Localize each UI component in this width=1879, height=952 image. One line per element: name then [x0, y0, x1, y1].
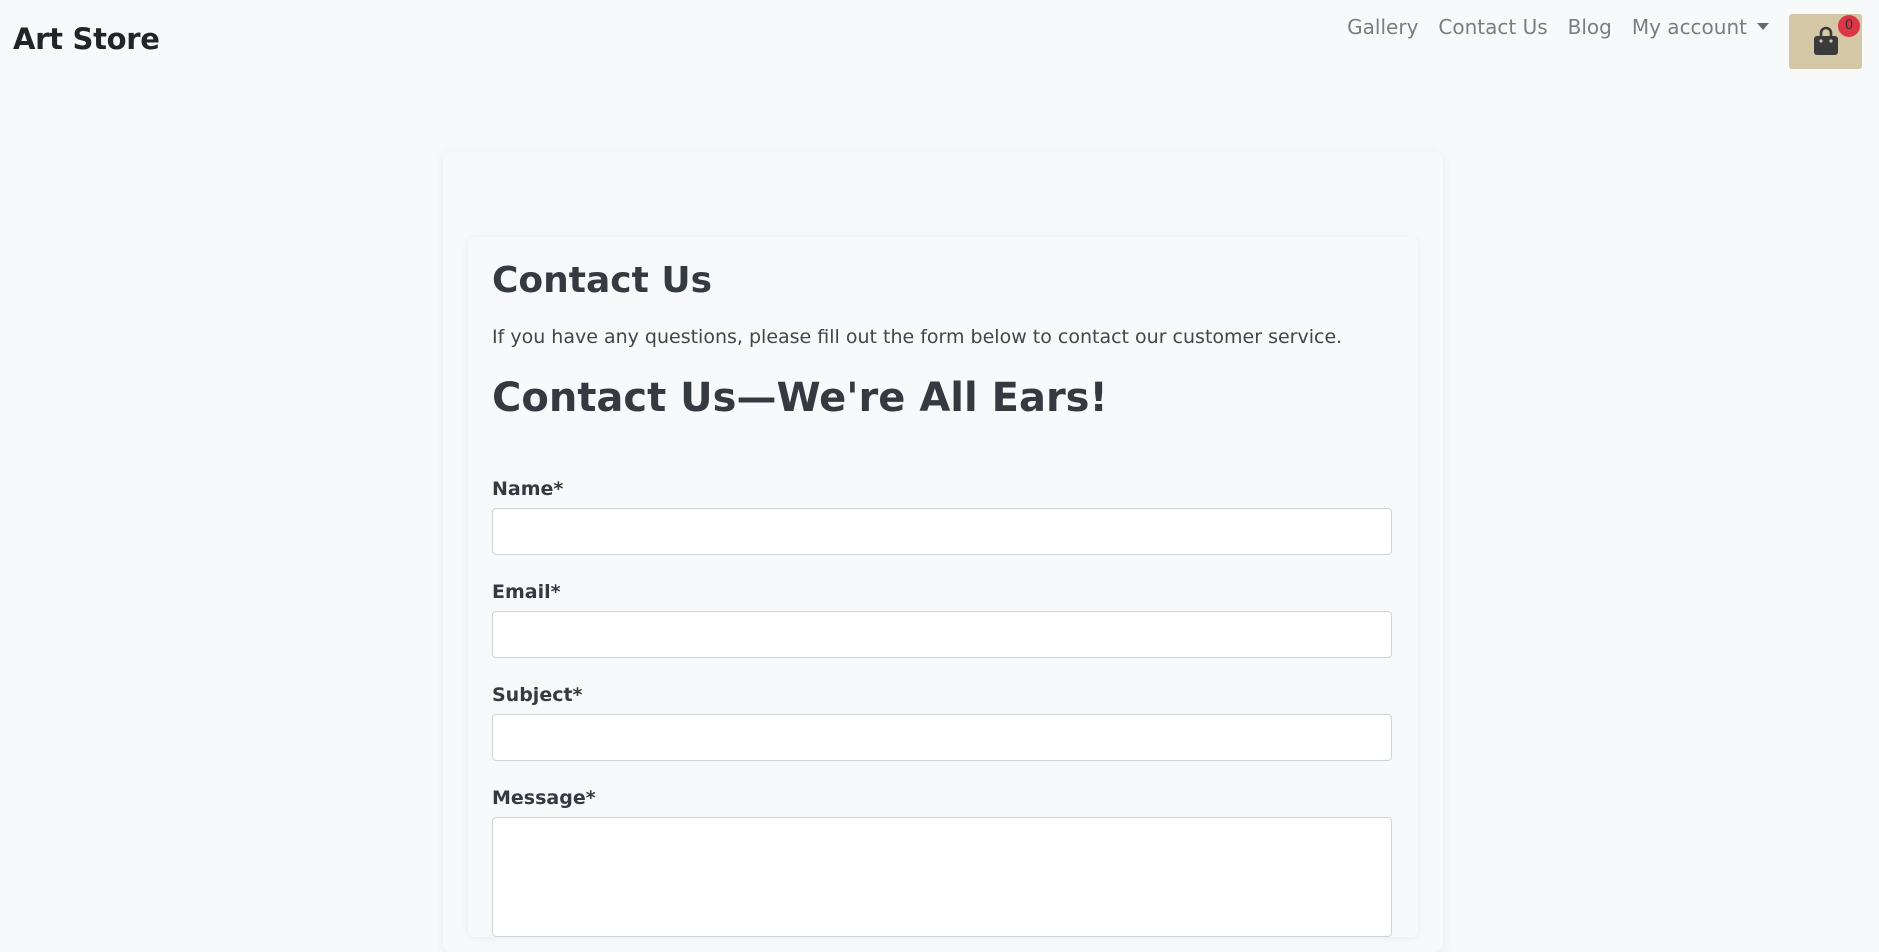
- my-account-dropdown[interactable]: My account: [1632, 15, 1769, 39]
- subject-label: Subject*: [492, 684, 583, 707]
- page-card: Contact Us If you have any questions, pl…: [443, 152, 1443, 952]
- name-field[interactable]: [492, 508, 1392, 556]
- intro-text: If you have any questions, please fill o…: [492, 326, 1343, 349]
- email-field[interactable]: [492, 611, 1392, 659]
- email-label: Email*: [492, 581, 561, 604]
- cart-count-badge: 0: [1838, 15, 1860, 37]
- nav-link-contact[interactable]: Contact Us: [1438, 15, 1547, 39]
- nav-link-blog[interactable]: Blog: [1568, 15, 1612, 39]
- name-label: Name*: [492, 478, 564, 501]
- brand-logo[interactable]: Art Store: [13, 22, 160, 56]
- message-label: Message*: [492, 787, 596, 810]
- contact-card: Contact Us If you have any questions, pl…: [468, 237, 1418, 938]
- page-title: Contact Us: [492, 260, 713, 301]
- cart-button[interactable]: 0: [1789, 14, 1862, 69]
- top-navbar: Art Store Gallery Contact Us Blog My acc…: [0, 0, 1879, 80]
- shopping-bag-icon: [1814, 26, 1838, 55]
- nav-link-gallery[interactable]: Gallery: [1347, 15, 1418, 39]
- section-heading: Contact Us—We're All Ears!: [492, 375, 1108, 422]
- contact-form: Name* Email* Subject* Message*: [492, 478, 1393, 938]
- main-nav: Gallery Contact Us Blog My account: [1347, 15, 1769, 39]
- message-field[interactable]: [492, 817, 1392, 938]
- caret-down-icon: [1757, 23, 1769, 30]
- subject-field[interactable]: [492, 714, 1392, 762]
- my-account-label: My account: [1631, 15, 1747, 39]
